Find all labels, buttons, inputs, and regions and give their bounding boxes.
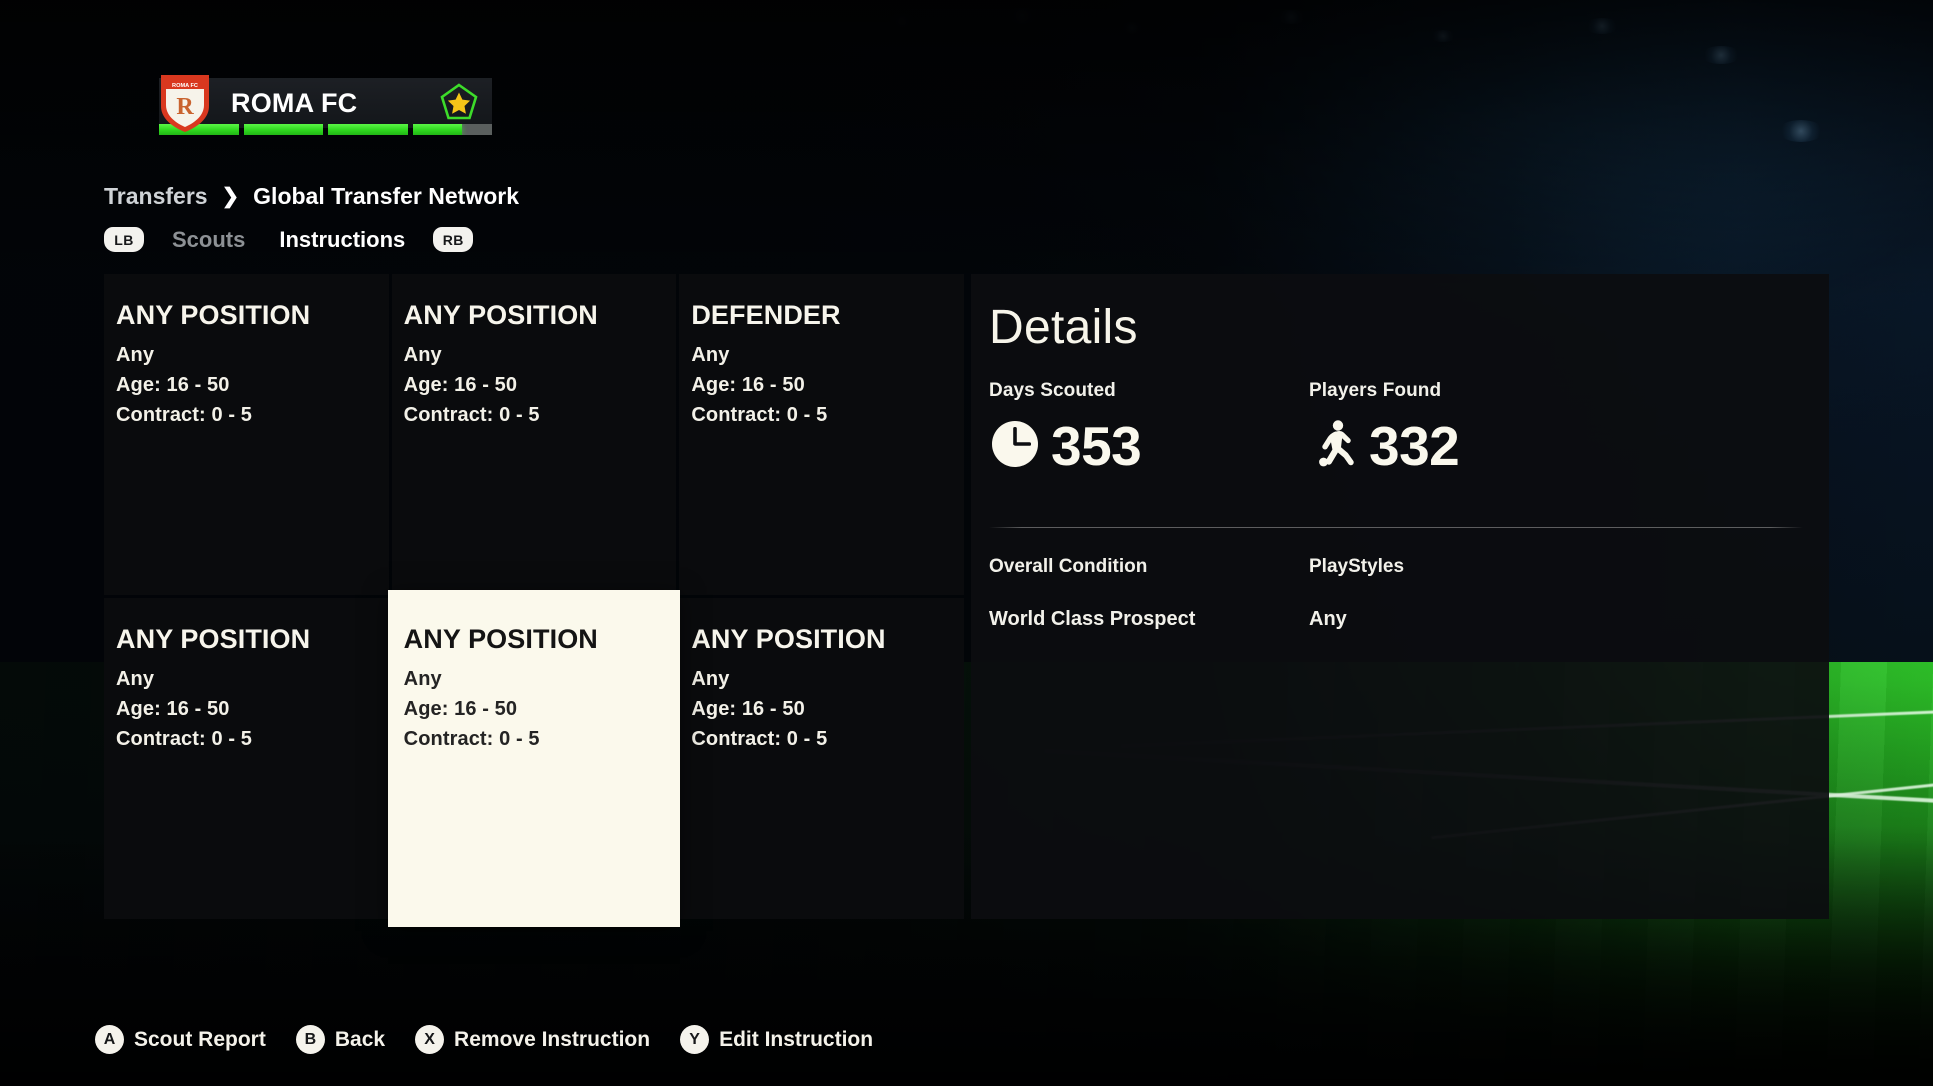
action-label: Scout Report: [134, 1028, 266, 1051]
button-x-icon: X: [415, 1025, 445, 1054]
instruction-card-grid: ANY POSITION Any Age: 16 - 50 Contract: …: [104, 274, 964, 927]
overall-condition-block: Overall Condition World Class Prospect: [989, 556, 1309, 631]
left-bumper-icon[interactable]: LB: [104, 227, 144, 252]
instruction-age: Age: 16 - 50: [691, 697, 805, 720]
instruction-nationality: Any: [403, 344, 442, 367]
days-scouted-stat: Days Scouted 353: [989, 380, 1309, 475]
breadcrumb: Transfers ❯ Global Transfer Network: [104, 185, 519, 208]
instruction-card[interactable]: ANY POSITION Any Age: 16 - 50 Contract: …: [679, 598, 964, 919]
button-y-icon: Y: [680, 1025, 710, 1054]
instruction-contract: Contract: 0 - 5: [116, 403, 252, 426]
player-with-ball-icon: [1309, 418, 1359, 475]
action-label: Edit Instruction: [719, 1028, 874, 1051]
instruction-nationality: Any: [116, 344, 155, 367]
instruction-age: Age: 16 - 50: [691, 373, 805, 396]
playstyles-value: Any: [1309, 608, 1347, 630]
details-info-row: Overall Condition World Class Prospect P…: [989, 556, 1803, 631]
overall-condition-label: Overall Condition: [989, 556, 1148, 577]
svg-text:R: R: [176, 94, 194, 120]
details-panel: Details Days Scouted 353 Players Found 3…: [971, 274, 1829, 919]
instruction-nationality: Any: [691, 344, 730, 367]
days-scouted-value: 353: [1051, 415, 1142, 477]
players-found-label: Players Found: [1309, 380, 1442, 401]
instruction-card[interactable]: ANY POSITION Any Age: 16 - 50 Contract: …: [391, 274, 677, 595]
instruction-card[interactable]: ANY POSITION Any Age: 16 - 50 Contract: …: [104, 274, 389, 595]
action-edit-instruction[interactable]: Y Edit Instruction: [680, 1025, 873, 1054]
action-bar: A Scout Report B Back X Remove Instructi…: [95, 1025, 873, 1054]
button-a-icon: A: [95, 1025, 124, 1054]
action-label: Remove Instruction: [454, 1028, 651, 1051]
instruction-position: ANY POSITION: [403, 624, 598, 654]
instruction-nationality: Any: [403, 668, 442, 691]
players-found-stat: Players Found 332: [1309, 380, 1460, 477]
action-label: Back: [334, 1028, 386, 1051]
button-b-icon: B: [295, 1025, 325, 1054]
instruction-nationality: Any: [116, 668, 155, 691]
action-remove-instruction[interactable]: X Remove Instruction: [415, 1025, 650, 1054]
action-back[interactable]: B Back: [295, 1025, 386, 1054]
instruction-card-selected[interactable]: ANY POSITION Any Age: 16 - 50 Contract: …: [387, 590, 681, 927]
club-header-bar: ROMA FC R ROMA FC: [159, 75, 492, 132]
right-bumper-icon[interactable]: RB: [433, 227, 474, 252]
instruction-position: ANY POSITION: [403, 300, 598, 330]
playstyles-label: PlayStyles: [1309, 556, 1405, 577]
instruction-card[interactable]: DEFENDER Any Age: 16 - 50 Contract: 0 - …: [679, 274, 964, 595]
details-title: Details: [989, 301, 1138, 354]
overall-condition-value: World Class Prospect: [989, 608, 1196, 630]
tab-bar: LB Scouts Instructions RB: [104, 227, 474, 252]
tab-scouts[interactable]: Scouts: [166, 228, 251, 251]
instruction-contract: Contract: 0 - 5: [403, 403, 540, 426]
svg-text:ROMA FC: ROMA FC: [172, 83, 198, 89]
details-divider: [989, 527, 1803, 528]
instruction-contract: Contract: 0 - 5: [116, 727, 252, 750]
progress-segment: [412, 124, 492, 135]
club-name: ROMA FC: [231, 87, 358, 118]
tab-instructions[interactable]: Instructions: [273, 228, 411, 251]
days-scouted-label: Days Scouted: [989, 380, 1116, 401]
breadcrumb-current: Global Transfer Network: [253, 183, 520, 209]
instruction-nationality: Any: [691, 668, 730, 691]
instruction-card[interactable]: ANY POSITION Any Age: 16 - 50 Contract: …: [104, 598, 389, 919]
playstyles-block: PlayStyles Any: [1309, 556, 1404, 631]
breadcrumb-root[interactable]: Transfers: [104, 185, 208, 208]
chevron-right-icon: ❯: [221, 185, 240, 208]
players-found-value: 332: [1369, 415, 1460, 477]
action-scout-report[interactable]: A Scout Report: [95, 1025, 266, 1054]
instruction-age: Age: 16 - 50: [403, 697, 518, 720]
progress-segment: [243, 124, 323, 135]
instruction-position: ANY POSITION: [116, 624, 311, 654]
progress-segment: [328, 124, 408, 135]
instruction-contract: Contract: 0 - 5: [691, 727, 828, 750]
instruction-age: Age: 16 - 50: [403, 373, 518, 396]
instruction-contract: Contract: 0 - 5: [691, 403, 828, 426]
instruction-age: Age: 16 - 50: [116, 697, 230, 720]
club-crest-icon: ROMA FC R: [157, 72, 213, 134]
details-stats-row: Days Scouted 353 Players Found 332: [989, 380, 1803, 475]
instruction-position: ANY POSITION: [116, 300, 311, 330]
star-badge-icon: [438, 82, 480, 124]
instruction-contract: Contract: 0 - 5: [403, 727, 540, 750]
instruction-age: Age: 16 - 50: [116, 373, 230, 396]
instruction-position: DEFENDER: [691, 300, 841, 330]
clock-icon: [989, 418, 1041, 475]
instruction-position: ANY POSITION: [691, 624, 886, 654]
